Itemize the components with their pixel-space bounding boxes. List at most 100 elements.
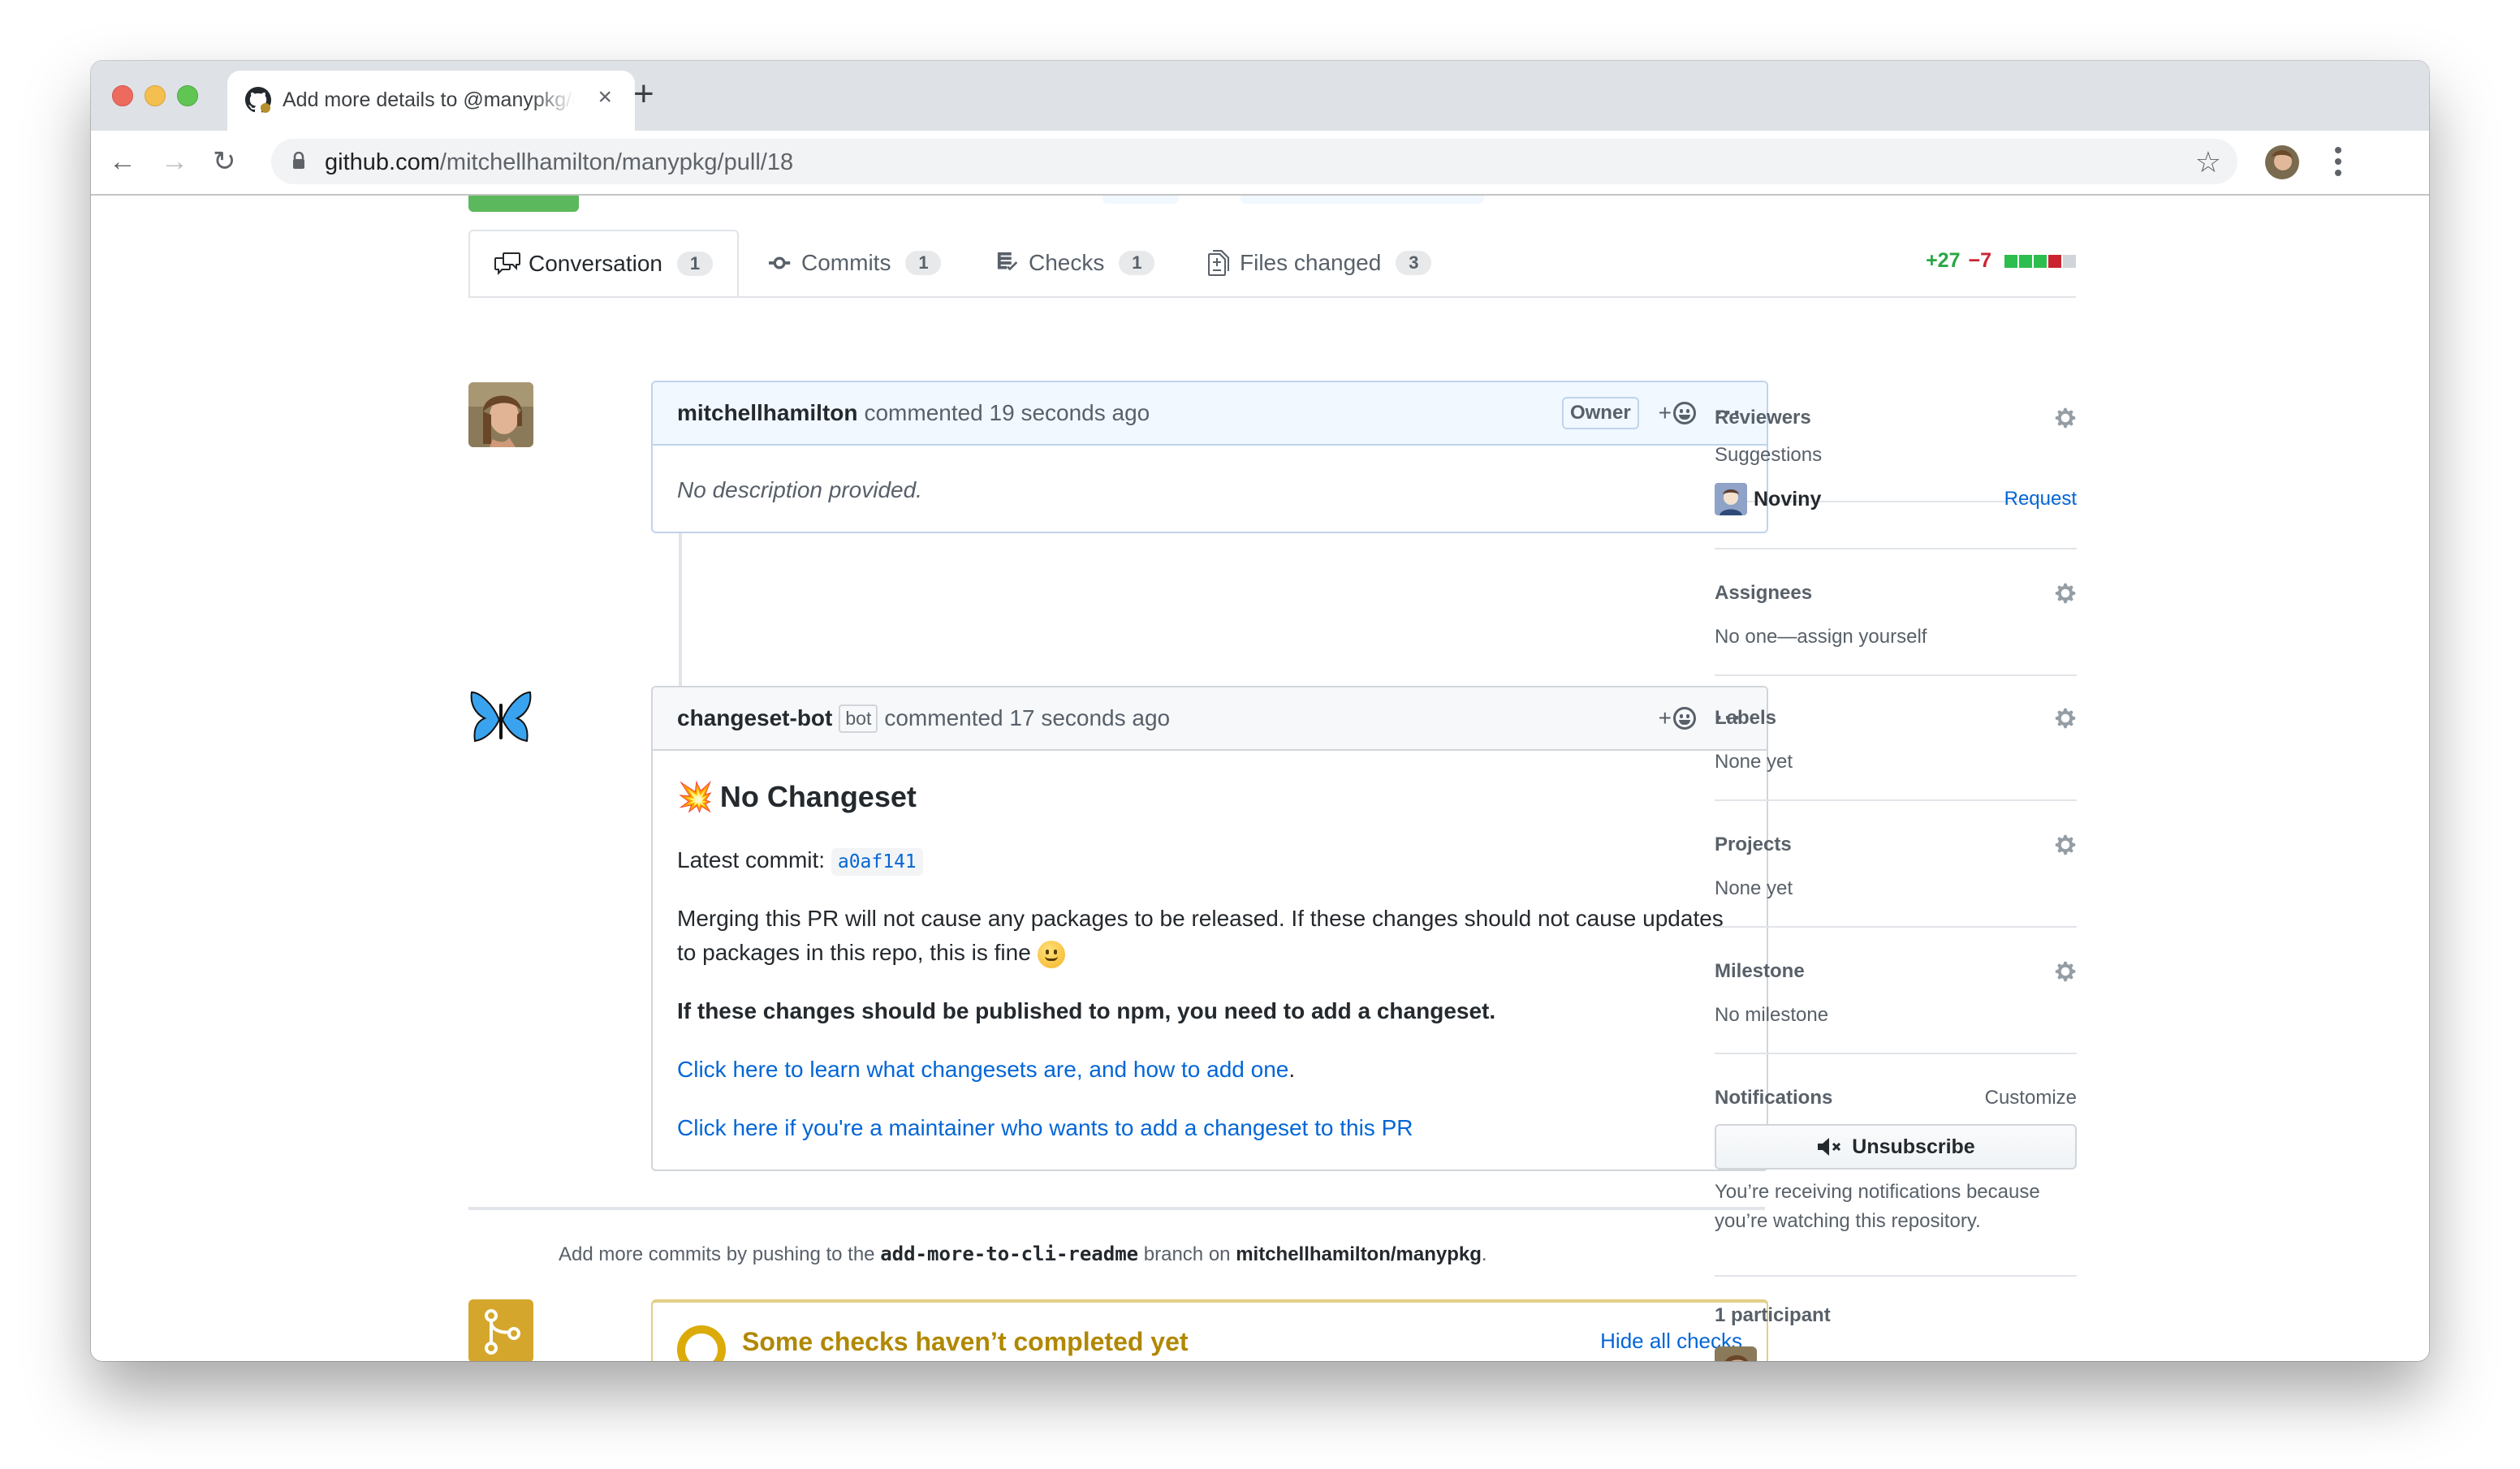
labels-heading: Labels	[1715, 707, 1777, 729]
slightly-smiling-face-emoji-icon	[1037, 940, 1065, 968]
comment-discussion-icon	[494, 252, 520, 275]
checklist-icon	[997, 252, 1018, 271]
gear-icon[interactable]	[2054, 960, 2077, 983]
paragraph-text: Merging this PR will not cause any packa…	[677, 906, 1724, 965]
customize-notifications-link[interactable]: Customize	[1985, 1087, 2077, 1109]
timeline-divider	[468, 1207, 1765, 1210]
bookmark-star-icon[interactable]: ☆	[2195, 145, 2221, 179]
diffstat-blocks	[2004, 254, 2076, 268]
minimize-window-button[interactable]	[145, 85, 166, 106]
comment-timestamp[interactable]: commented 17 seconds ago	[884, 705, 1170, 731]
unsubscribe-label: Unsubscribe	[1852, 1135, 1975, 1158]
tab-conversation[interactable]: Conversation 1	[468, 230, 739, 296]
learn-changesets-link[interactable]: Click here to learn what changesets are,…	[677, 1057, 1288, 1082]
plus-icon: +	[1658, 705, 1672, 730]
comment-heading: 💥 No Changeset	[677, 775, 1742, 819]
bot-badge: bot	[839, 704, 878, 733]
comment-timestamp[interactable]: commented 19 seconds ago	[864, 400, 1150, 426]
back-button[interactable]: ←	[109, 145, 136, 178]
forward-button[interactable]: →	[161, 145, 188, 178]
avatar-image	[1715, 1346, 1757, 1361]
learn-link-line: Click here to learn what changesets are,…	[677, 1053, 1742, 1087]
add-reaction-button[interactable]: +	[1658, 705, 1697, 731]
tab-counter: 1	[1119, 251, 1155, 275]
mute-icon	[1818, 1138, 1841, 1156]
smiley-icon	[1673, 707, 1697, 730]
diffstat[interactable]: +27 −7	[1926, 249, 2076, 273]
owner-badge: Owner	[1561, 397, 1639, 429]
comment-body: 💥 No Changeset Latest commit: a0af141 Me…	[653, 751, 1767, 1170]
push-hint: Add more commits by pushing to the add-m…	[559, 1243, 1487, 1266]
repo-name: mitchellhamilton/manypkg	[1236, 1243, 1482, 1265]
bot-avatar[interactable]	[468, 687, 533, 752]
changeset-warning: If these changes should be published to …	[677, 998, 1496, 1023]
comment-text: No description provided.	[677, 477, 922, 502]
add-reaction-button[interactable]: +	[1659, 400, 1697, 426]
sidebar-participants: 1 participant	[1715, 1296, 2077, 1361]
browser-toolbar: ← → ↻ github.com/mitchellhamilton/manypk…	[91, 131, 2429, 196]
github-favicon-icon	[245, 87, 271, 113]
reviewers-heading: Reviewers	[1715, 407, 1811, 429]
browser-menu-icon[interactable]	[2330, 144, 2346, 179]
tab-title: Add more details to @manypkg/cli README	[283, 88, 575, 111]
unsubscribe-button[interactable]: Unsubscribe	[1715, 1124, 2077, 1170]
diffstat-block	[2004, 254, 2017, 268]
comment-author-link[interactable]: mitchellhamilton	[677, 400, 857, 426]
comment-author-link[interactable]: changeset-bot	[677, 705, 832, 731]
labels-value: None yet	[1715, 751, 1793, 773]
tab-label: Commits	[801, 250, 891, 275]
diffstat-additions: +27	[1926, 249, 1961, 272]
latest-commit-line: Latest commit: a0af141	[677, 843, 1742, 877]
latest-commit-sha-link[interactable]: a0af141	[831, 848, 923, 876]
close-window-button[interactable]	[112, 85, 133, 106]
author-avatar[interactable]	[468, 382, 533, 447]
tab-commits[interactable]: Commits 1	[744, 231, 965, 295]
comment-header: changeset-bot bot commented 17 seconds a…	[653, 687, 1767, 751]
projects-value: None yet	[1715, 877, 1793, 899]
gear-icon[interactable]	[2054, 707, 2077, 730]
comment-header: mitchellhamilton commented 19 seconds ag…	[653, 382, 1767, 446]
maximize-window-button[interactable]	[177, 85, 198, 106]
participant-avatar[interactable]	[1715, 1346, 1757, 1361]
close-tab-icon[interactable]: ×	[598, 84, 612, 111]
tab-files-changed[interactable]: Files changed 3	[1183, 231, 1456, 295]
sidebar-milestone: Milestone No milestone	[1715, 960, 2077, 1054]
participants-heading: 1 participant	[1715, 1304, 1831, 1326]
lock-icon	[293, 152, 304, 169]
tab-counter: 3	[1396, 251, 1432, 275]
tab-checks[interactable]: Checks 1	[972, 231, 1179, 295]
git-commit-icon	[769, 256, 791, 269]
butterfly-avatar-icon	[470, 691, 532, 743]
new-tab-button[interactable]: +	[633, 74, 654, 114]
url-text[interactable]: github.com/mitchellhamilton/manypkg/pull…	[325, 149, 793, 176]
merge-checks-box: Some checks haven’t completed yet 1 in p…	[651, 1299, 1768, 1361]
assign-yourself-link[interactable]: No one—assign yourself	[1715, 626, 2077, 648]
assignees-heading: Assignees	[1715, 582, 1813, 604]
notifications-heading: Notifications	[1715, 1087, 1833, 1109]
gear-icon[interactable]	[2054, 834, 2077, 856]
bot-comment-card: changeset-bot bot commented 17 seconds a…	[651, 686, 1768, 1171]
gear-icon[interactable]	[2054, 582, 2077, 605]
pr-state-badge	[468, 196, 579, 212]
push-hint-text: Add more commits by pushing to the	[559, 1243, 875, 1265]
profile-avatar[interactable]	[2265, 145, 2299, 179]
sidebar-projects: Projects None yet	[1715, 834, 2077, 928]
sidebar-assignees: Assignees No one—assign yourself	[1715, 582, 2077, 676]
reload-button[interactable]: ↻	[213, 145, 236, 178]
tab-label: Conversation	[529, 251, 662, 276]
smiley-icon	[1673, 402, 1697, 424]
projects-heading: Projects	[1715, 834, 1792, 855]
diffstat-block	[2019, 254, 2032, 268]
add-changeset-line: Click here if you're a maintainer who wa…	[677, 1111, 1742, 1145]
notification-reason: You’re receiving notifications because y…	[1715, 1181, 2040, 1232]
milestone-heading: Milestone	[1715, 960, 1805, 982]
merge-glyph	[485, 1309, 520, 1355]
add-changeset-link[interactable]: Click here if you're a maintainer who wa…	[677, 1115, 1413, 1140]
collision-emoji-icon: 💥	[677, 780, 714, 813]
browser-window: Add more details to @manypkg/cli README …	[91, 61, 2429, 1361]
gear-icon[interactable]	[2054, 407, 2077, 429]
sidebar-divider	[1715, 499, 2077, 549]
address-bar[interactable]: github.com/mitchellhamilton/manypkg/pull…	[271, 139, 2237, 184]
browser-tab-active[interactable]: Add more details to @manypkg/cli README …	[227, 71, 635, 131]
tab-counter: 1	[676, 252, 713, 276]
